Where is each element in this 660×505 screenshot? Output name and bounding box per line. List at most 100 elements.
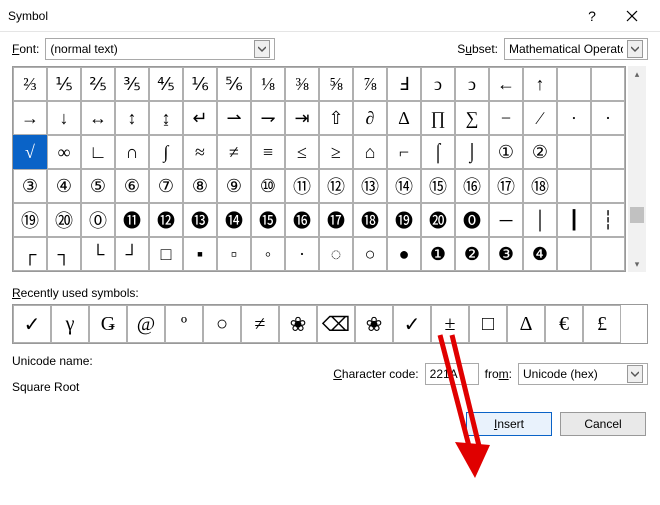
symbol-cell[interactable]: → [13,101,47,135]
scroll-thumb[interactable] [630,207,644,223]
symbol-cell[interactable]: ≥ [319,135,353,169]
help-button[interactable]: ? [572,2,612,30]
symbol-cell[interactable] [591,169,625,203]
symbol-cell[interactable] [557,237,591,271]
symbol-cell[interactable]: ⑯ [455,169,489,203]
recent-cell[interactable]: ≠ [241,305,279,343]
symbol-cell[interactable]: ⇁ [251,101,285,135]
symbol-cell[interactable]: ↄ [421,67,455,101]
symbol-cell[interactable]: ⑥ [115,169,149,203]
symbol-cell[interactable]: ⑲ [13,203,47,237]
recent-cell[interactable]: ± [431,305,469,343]
symbol-cell[interactable]: ⑬ [353,169,387,203]
symbol-cell[interactable]: ▪ [183,237,217,271]
symbol-cell[interactable]: ⑤ [81,169,115,203]
symbol-cell[interactable]: ┆ [591,203,625,237]
symbol-cell[interactable]: ⓱ [319,203,353,237]
symbol-cell[interactable]: ⅘ [149,67,183,101]
symbol-cell[interactable]: ⅔ [13,67,47,101]
symbol-cell[interactable] [591,67,625,101]
symbol-cell[interactable] [557,67,591,101]
recent-cell[interactable]: γ [51,305,89,343]
symbol-cell[interactable]: ↓ [47,101,81,135]
recent-cell[interactable]: £ [583,305,621,343]
symbol-cell[interactable]: ↕ [115,101,149,135]
symbol-cell[interactable]: ⓯ [251,203,285,237]
symbol-cell[interactable]: ❸ [489,237,523,271]
cancel-button[interactable]: Cancel [560,412,646,436]
symbol-cell[interactable]: ↄ [455,67,489,101]
symbol-cell[interactable]: ─ [489,203,523,237]
symbol-cell[interactable]: ⌠ [421,135,455,169]
symbol-cell[interactable]: ⅗ [115,67,149,101]
symbol-cell[interactable]: ∏ [421,101,455,135]
symbol-cell[interactable]: ⑦ [149,169,183,203]
symbol-cell[interactable]: ⅞ [353,67,387,101]
symbol-cell[interactable]: ⑩ [251,169,285,203]
symbol-cell[interactable]: ⓰ [285,203,319,237]
symbol-cell[interactable]: ⑮ [421,169,455,203]
recent-cell[interactable]: € [545,305,583,343]
symbol-cell[interactable]: · [285,237,319,271]
symbol-cell[interactable]: · [591,101,625,135]
symbol-cell[interactable] [591,237,625,271]
symbol-cell[interactable]: ⑧ [183,169,217,203]
symbol-cell[interactable]: ⌂ [353,135,387,169]
recent-grid[interactable]: ✓γǤ@º○≠❀⌫❀✓±□Δ€£ [12,304,648,344]
scroll-up-icon[interactable]: ▴ [628,66,646,82]
symbol-cell[interactable]: ⓴ [421,203,455,237]
recent-cell[interactable]: Δ [507,305,545,343]
symbol-cell[interactable]: ⓮ [217,203,251,237]
scroll-track[interactable] [628,82,646,256]
chevron-down-icon[interactable] [627,40,643,58]
symbol-cell[interactable]: ∫ [149,135,183,169]
symbol-cell[interactable]: ≤ [285,135,319,169]
scrollbar[interactable]: ▴ ▾ [628,66,646,272]
symbol-cell[interactable]: ┌ [13,237,47,271]
symbol-cell[interactable]: ⅕ [47,67,81,101]
symbol-cell[interactable]: ① [489,135,523,169]
symbol-cell[interactable]: √ [13,135,47,169]
symbol-cell[interactable]: ④ [47,169,81,203]
symbol-cell[interactable] [591,135,625,169]
symbol-cell[interactable]: ⑭ [387,169,421,203]
symbol-cell[interactable]: ≠ [217,135,251,169]
close-button[interactable] [612,2,652,30]
symbol-cell[interactable]: ∟ [81,135,115,169]
scroll-down-icon[interactable]: ▾ [628,256,646,272]
symbol-cell[interactable]: ∞ [47,135,81,169]
symbol-cell[interactable]: ⅜ [285,67,319,101]
symbol-cell[interactable]: ⑫ [319,169,353,203]
symbol-cell[interactable]: ③ [13,169,47,203]
symbol-cell[interactable]: ◦ [251,237,285,271]
insert-button[interactable]: Insert [466,412,552,436]
font-combo[interactable]: (normal text) [45,38,275,60]
symbol-cell[interactable]: ≡ [251,135,285,169]
symbol-cell[interactable]: ┐ [47,237,81,271]
symbol-cell[interactable]: ⓭ [183,203,217,237]
symbol-cell[interactable]: ⇀ [217,101,251,135]
subset-combo[interactable]: Mathematical Operators [504,38,648,60]
symbol-cell[interactable]: ⓪ [81,203,115,237]
symbol-cell[interactable]: ▫ [217,237,251,271]
from-combo[interactable]: Unicode (hex) [518,363,648,385]
symbol-cell[interactable]: ↑ [523,67,557,101]
symbol-cell[interactable]: ⅖ [81,67,115,101]
symbol-cell[interactable]: ⇧ [319,101,353,135]
symbol-cell[interactable]: ❶ [421,237,455,271]
recent-cell[interactable]: Ǥ [89,305,127,343]
symbol-cell[interactable]: ⅝ [319,67,353,101]
symbol-cell[interactable]: − [489,101,523,135]
symbol-cell[interactable]: ⑰ [489,169,523,203]
symbol-cell[interactable]: ∕ [523,101,557,135]
symbol-cell[interactable]: ⑳ [47,203,81,237]
recent-cell[interactable]: ❀ [279,305,317,343]
symbol-cell[interactable] [557,135,591,169]
symbol-cell[interactable]: ┃ [557,203,591,237]
recent-cell[interactable]: ⌫ [317,305,355,343]
recent-cell[interactable]: ✓ [13,305,51,343]
symbol-grid[interactable]: ⅔⅕⅖⅗⅘⅙⅚⅛⅜⅝⅞Ⅎↄↄ←↑→↓↔↕↨↵⇀⇁⇥⇧∂∆∏∑−∕∙·√∞∟∩∫≈… [12,66,626,272]
symbol-cell[interactable]: └ [81,237,115,271]
symbol-cell[interactable]: ↔ [81,101,115,135]
symbol-cell[interactable]: □ [149,237,183,271]
